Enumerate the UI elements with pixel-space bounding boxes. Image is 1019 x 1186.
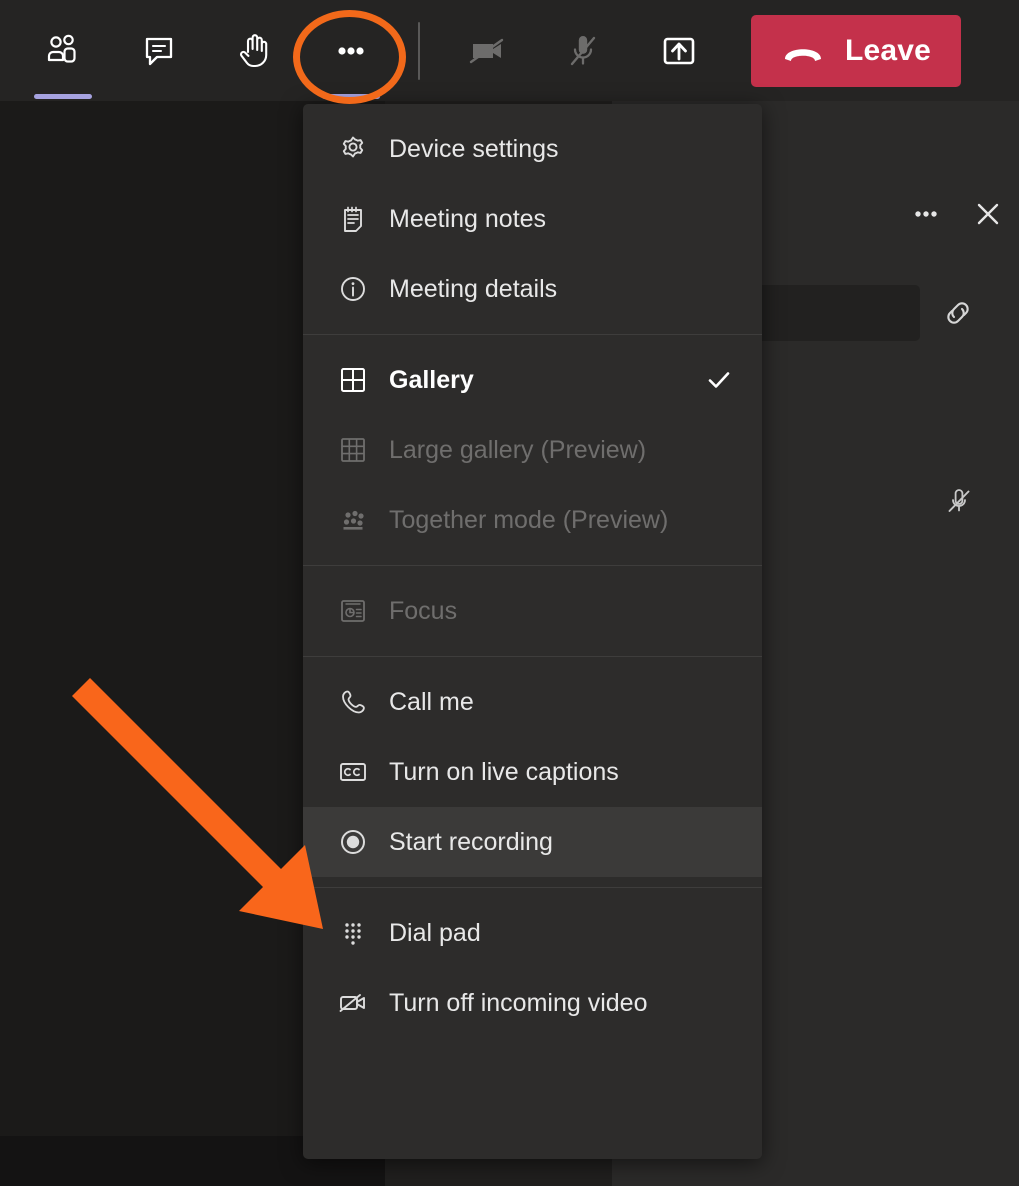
menu-group-call: Call me Turn on live captions Start reco…: [303, 657, 762, 887]
menu-item-label: Together mode (Preview): [389, 505, 669, 534]
menu-group-meeting: Device settings Meeting notes Meeting de…: [303, 104, 762, 334]
menu-item-label: Dial pad: [389, 918, 481, 947]
closed-caption-icon: [336, 755, 370, 789]
menu-item-large-gallery[interactable]: Large gallery (Preview): [303, 415, 762, 485]
menu-item-gallery[interactable]: Gallery: [303, 345, 762, 415]
chat-icon: [145, 37, 173, 65]
share-screen-icon: [663, 37, 695, 64]
show-participants-button[interactable]: [27, 15, 99, 99]
panel-more-options-icon[interactable]: [909, 197, 943, 231]
menu-item-label: Turn on live captions: [389, 757, 619, 786]
menu-item-dial-pad[interactable]: Dial pad: [303, 898, 762, 968]
info-circle-icon: [336, 272, 370, 306]
more-ellipsis-icon: [338, 46, 364, 55]
panel-header: [909, 197, 1005, 231]
notepad-icon: [336, 202, 370, 236]
toggle-mic-button[interactable]: [547, 15, 619, 87]
active-underline: [34, 93, 92, 99]
leave-button[interactable]: Leave: [751, 14, 962, 87]
gear-icon: [336, 132, 370, 166]
menu-item-label: Focus: [389, 596, 458, 625]
together-mode-icon: [336, 503, 370, 537]
checkmark-icon: [704, 365, 734, 395]
menu-item-label: Gallery: [389, 365, 474, 394]
active-underline: [322, 93, 380, 99]
close-x-icon[interactable]: [971, 197, 1005, 231]
link-chain-icon[interactable]: [938, 293, 978, 333]
menu-item-meeting-details[interactable]: Meeting details: [303, 254, 762, 324]
menu-item-turn-off-incoming-video[interactable]: Turn off incoming video: [303, 968, 762, 1038]
record-circle-icon: [336, 825, 370, 859]
teams-meeting-screen: number: [0, 0, 1019, 1186]
share-content-button[interactable]: [643, 15, 715, 87]
dial-pad-icon: [336, 916, 370, 950]
people-icon: [47, 34, 76, 63]
menu-item-label: Large gallery (Preview): [389, 435, 647, 464]
more-actions-button[interactable]: [315, 15, 387, 99]
toolbar-divider: [418, 21, 420, 80]
menu-item-label: Meeting notes: [389, 204, 547, 233]
menu-group-layout: Gallery Large gallery (Preview) Together…: [303, 335, 762, 565]
focus-presentation-icon: [336, 594, 370, 628]
raise-hand-icon: [239, 33, 268, 67]
large-gallery-grid-icon: [336, 433, 370, 467]
incoming-video-off-icon: [336, 986, 370, 1020]
menu-group-focus: Focus: [303, 566, 762, 656]
menu-item-label: Device settings: [389, 134, 559, 163]
menu-item-focus[interactable]: Focus: [303, 576, 762, 646]
menu-item-device-settings[interactable]: Device settings: [303, 114, 762, 184]
phone-icon: [336, 685, 370, 719]
show-conversation-button[interactable]: [123, 15, 195, 87]
leave-button-label: Leave: [845, 33, 932, 67]
menu-item-start-recording[interactable]: Start recording: [303, 807, 762, 877]
menu-item-live-captions[interactable]: Turn on live captions: [303, 737, 762, 807]
hangup-phone-icon: [781, 36, 825, 66]
menu-group-device: Dial pad Turn off incoming video: [303, 888, 762, 1048]
menu-item-label: Call me: [389, 687, 474, 716]
gallery-grid-icon: [336, 363, 370, 397]
menu-item-meeting-notes[interactable]: Meeting notes: [303, 184, 762, 254]
menu-item-label: Turn off incoming video: [389, 988, 648, 1017]
menu-item-label: Meeting details: [389, 274, 558, 303]
mic-off-icon: [570, 35, 596, 65]
toggle-camera-button[interactable]: [451, 15, 523, 87]
raise-hand-button[interactable]: [219, 15, 291, 87]
camera-off-icon: [469, 38, 504, 63]
menu-item-call-me[interactable]: Call me: [303, 667, 762, 737]
meeting-toolbar: Leave: [0, 0, 1019, 101]
menu-item-together-mode[interactable]: Together mode (Preview): [303, 485, 762, 555]
mic-off-icon: [942, 484, 976, 518]
more-actions-menu: Device settings Meeting notes Meeting de…: [303, 104, 762, 1159]
menu-item-label: Start recording: [389, 827, 553, 856]
